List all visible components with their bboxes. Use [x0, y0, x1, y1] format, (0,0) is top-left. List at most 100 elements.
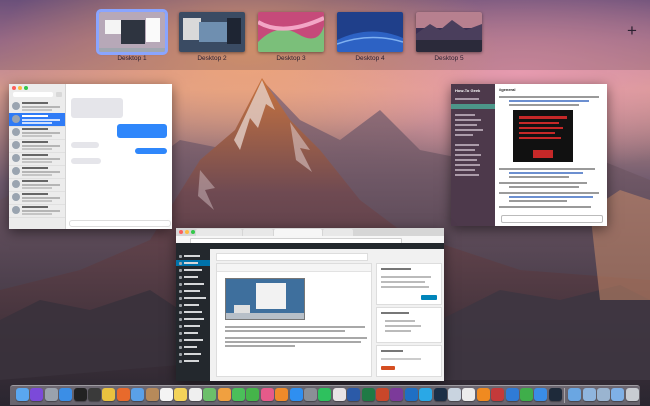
ibooks-icon[interactable]	[275, 388, 289, 401]
shared-image[interactable]	[513, 110, 573, 162]
wp-menu-item[interactable]	[179, 253, 208, 259]
desktop-2-thumbnail[interactable]	[179, 12, 245, 52]
slack-channel-item[interactable]	[455, 114, 475, 116]
slack-dm-item[interactable]	[455, 169, 475, 171]
embedded-screenshot[interactable]	[225, 278, 305, 320]
textedit-icon[interactable]	[462, 388, 476, 401]
wp-menu-item[interactable]	[179, 309, 208, 315]
photoshop-icon[interactable]	[433, 388, 447, 401]
conversation-item[interactable]	[9, 178, 65, 192]
powerpoint-icon[interactable]	[376, 388, 389, 401]
browser-tab[interactable]	[243, 229, 273, 236]
contacts-icon[interactable]	[145, 388, 159, 401]
slack-channel-item[interactable]	[455, 98, 479, 100]
slack-dm-item[interactable]	[455, 154, 481, 156]
wp-menu-item[interactable]	[179, 302, 208, 308]
slack-dm-item[interactable]	[455, 159, 477, 161]
minimize-icon[interactable]	[18, 86, 22, 90]
skype-icon[interactable]	[419, 388, 433, 401]
wp-menu-item[interactable]	[179, 295, 208, 301]
close-icon[interactable]	[12, 86, 16, 90]
trash-icon[interactable]	[625, 388, 639, 401]
transmission-icon[interactable]	[491, 388, 505, 401]
outlook-icon[interactable]	[404, 388, 418, 401]
wp-menu-item[interactable]	[179, 288, 208, 294]
wp-menu-item[interactable]	[179, 267, 208, 273]
zoom-icon[interactable]	[24, 86, 28, 90]
browser-window[interactable]	[176, 228, 444, 381]
app-store-icon[interactable]	[289, 388, 303, 401]
folder-stack-icon[interactable]	[611, 388, 625, 401]
wp-menu-item[interactable]	[179, 281, 208, 287]
wp-menu-item[interactable]	[179, 337, 208, 343]
firefox-icon[interactable]	[116, 388, 130, 401]
siri-icon[interactable]	[30, 388, 44, 401]
calendar-icon[interactable]	[160, 388, 173, 401]
mail-icon[interactable]	[131, 388, 145, 401]
browser-tab[interactable]	[196, 229, 242, 236]
slack-window[interactable]: How-To Geek #general	[451, 84, 607, 226]
terminal-icon[interactable]	[73, 388, 87, 401]
launchpad-icon[interactable]	[44, 388, 58, 401]
notes-icon[interactable]	[174, 388, 188, 401]
applications-stack-icon[interactable]	[597, 388, 610, 401]
messages-icon[interactable]	[232, 388, 245, 401]
wp-menu-item[interactable]	[179, 358, 208, 364]
wp-menu-item[interactable]	[179, 351, 208, 357]
wp-menu-item[interactable]	[179, 330, 208, 336]
publish-button[interactable]	[421, 295, 437, 300]
desktop-5-thumbnail[interactable]	[416, 12, 482, 52]
conversation-item[interactable]	[9, 139, 65, 153]
preview-icon[interactable]	[448, 388, 461, 401]
conversation-item[interactable]	[9, 152, 65, 166]
vlc-icon[interactable]	[476, 388, 490, 401]
system-preferences-icon[interactable]	[304, 388, 317, 401]
post-title-input[interactable]	[216, 253, 368, 261]
maps-icon[interactable]	[203, 388, 217, 401]
conversation-item[interactable]	[9, 204, 65, 218]
evernote-icon[interactable]	[520, 388, 533, 401]
conversation-item[interactable]	[9, 191, 65, 205]
steam-icon[interactable]	[548, 388, 562, 401]
desktop-4-thumbnail[interactable]	[337, 12, 403, 52]
slack-channel-item[interactable]	[455, 134, 473, 136]
slack-message-input[interactable]	[501, 215, 603, 223]
post-content-editor[interactable]	[216, 263, 372, 377]
slack-dm-item[interactable]	[455, 144, 479, 146]
wp-menu-item-posts[interactable]	[176, 260, 210, 266]
wp-menu-item[interactable]	[179, 316, 208, 322]
close-icon[interactable]	[179, 230, 183, 234]
compose-icon[interactable]	[56, 92, 62, 97]
onenote-icon[interactable]	[390, 388, 404, 401]
activity-monitor-icon[interactable]	[88, 388, 101, 401]
conversation-item[interactable]	[9, 100, 65, 114]
slack-dm-item[interactable]	[455, 149, 475, 151]
wp-menu-item[interactable]	[179, 344, 208, 350]
slack-dm-item[interactable]	[455, 174, 479, 176]
conversation-item[interactable]	[9, 165, 65, 179]
minimize-icon[interactable]	[185, 230, 189, 234]
desktop-1-thumbnail[interactable]	[96, 9, 168, 55]
slack-team-name[interactable]: How-To Geek	[455, 88, 480, 93]
wp-menu-item[interactable]	[179, 323, 208, 329]
featured-image-link[interactable]	[381, 366, 395, 370]
downloads-stack-icon[interactable]	[568, 388, 582, 401]
dropbox-icon[interactable]	[534, 388, 548, 401]
safari-icon[interactable]	[59, 388, 73, 401]
documents-stack-icon[interactable]	[582, 388, 596, 401]
zoom-icon[interactable]	[191, 230, 195, 234]
spotify-icon[interactable]	[318, 388, 332, 401]
messages-window[interactable]	[9, 84, 172, 229]
facetime-icon[interactable]	[246, 388, 260, 401]
browser-tab[interactable]	[323, 229, 353, 236]
slack-channel-item-selected[interactable]	[451, 104, 495, 109]
word-icon[interactable]	[347, 388, 361, 401]
excel-icon[interactable]	[361, 388, 375, 401]
slack-icon[interactable]	[332, 388, 346, 401]
conversation-item[interactable]	[9, 113, 65, 127]
imessage-input[interactable]	[69, 220, 171, 227]
wp-menu-item[interactable]	[179, 274, 208, 280]
add-desktop-button[interactable]: +	[624, 22, 640, 40]
itunes-icon[interactable]	[260, 388, 274, 401]
reminders-icon[interactable]	[188, 388, 202, 401]
